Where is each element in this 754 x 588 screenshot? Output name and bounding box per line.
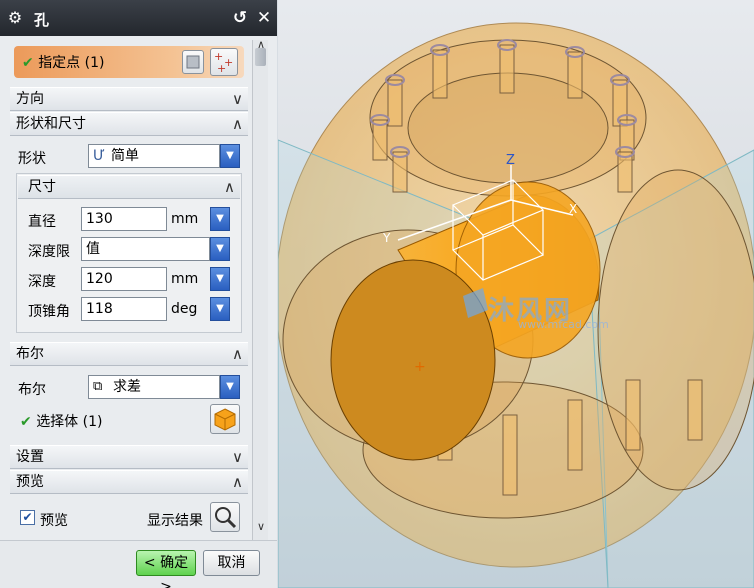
tip-angle-unit: deg (171, 301, 198, 317)
svg-text:+: + (217, 62, 226, 75)
depth-limit-label: 深度限 (28, 244, 70, 260)
shape-dropdown-button[interactable]: ▼ (220, 144, 240, 168)
cancel-button[interactable]: 取消 (203, 550, 260, 576)
check-icon: ✔ (22, 55, 34, 71)
chevron-up-icon: ∧ (232, 473, 243, 491)
preview-checkbox[interactable]: ✔ (20, 510, 35, 525)
show-result-label: 显示结果 (147, 513, 203, 529)
hole-center-marker: + (414, 359, 426, 375)
hole-shape-icon: Ư (93, 148, 106, 164)
point-dialog-icon[interactable] (182, 50, 204, 74)
check-icon: ✔ (20, 414, 32, 430)
dialog-titlebar: ⚙ 孔 ↺ ✕ (0, 0, 277, 36)
tip-angle-unit-dropdown[interactable]: ▼ (210, 297, 230, 321)
boolean-label: 布尔 (18, 382, 46, 398)
diameter-input[interactable]: 130 (81, 207, 167, 231)
depth-input[interactable]: 120 (81, 267, 167, 291)
watermark-url: www.mfcad.com (518, 318, 609, 331)
graphics-viewport[interactable]: Z X Y + 沐风网 www.mfcad.com (278, 0, 754, 588)
tip-angle-input[interactable]: 118 (81, 297, 167, 321)
shape-label: 形状 (18, 151, 46, 167)
select-body-icon[interactable] (210, 404, 240, 434)
depth-unit-dropdown[interactable]: ▼ (210, 267, 230, 291)
hole-cylinder-face (330, 259, 496, 461)
point-constructor-icon[interactable]: + + + (210, 48, 238, 76)
chevron-up-icon: ∧ (232, 115, 243, 133)
shape-select[interactable]: Ư 简单 (88, 144, 220, 168)
axis-x-label: X (569, 202, 577, 216)
depth-label: 深度 (28, 274, 56, 290)
shape-size-section-header[interactable]: 形状和尺寸 ∧ (10, 112, 248, 136)
dialog-title: 孔 (34, 11, 50, 29)
direction-section-header[interactable]: 方向 ∨ (10, 87, 248, 111)
depth-unit: mm (171, 271, 199, 287)
tip-angle-label: 顶锥角 (28, 304, 70, 320)
chevron-up-icon: ∧ (224, 178, 235, 196)
dimensions-section-header[interactable]: 尺寸 ∧ (18, 175, 240, 199)
depth-limit-select[interactable]: 值 (81, 237, 210, 261)
scroll-down-icon[interactable]: ∨ (254, 520, 268, 533)
gear-icon[interactable]: ⚙ (6, 9, 24, 27)
depth-limit-dropdown[interactable]: ▼ (210, 237, 230, 261)
subtract-icon: ⧉ (93, 379, 103, 394)
select-body-row[interactable]: ✔ 选择体 (1) (20, 411, 102, 431)
ok-button[interactable]: < 确定 > (136, 550, 196, 588)
dialog-scrollbar[interactable]: ∧ ∨ (252, 38, 268, 540)
chevron-up-icon: ∧ (232, 345, 243, 363)
show-result-button[interactable] (210, 502, 240, 532)
dialog-footer: < 确定 > 取消 (0, 540, 277, 588)
axis-y-label: Y (382, 231, 391, 245)
chevron-down-icon: ∨ (232, 448, 243, 466)
boolean-section-header[interactable]: 布尔 ∧ (10, 342, 248, 366)
dialog-body: ✔ 指定点 (1) + + + 方向 ∨ 形状和尺寸 ∧ 形状 Ư 简单 ▼ 尺寸 … (0, 36, 277, 540)
preview-section-header[interactable]: 预览 ∧ (10, 470, 248, 494)
preview-label: 预览 (40, 513, 68, 529)
chevron-down-icon: ∨ (232, 90, 243, 108)
diameter-unit: mm (171, 211, 199, 227)
reset-icon[interactable]: ↺ (230, 8, 250, 28)
boolean-dropdown-button[interactable]: ▼ (220, 375, 240, 399)
settings-section-header[interactable]: 设置 ∨ (10, 445, 248, 469)
close-icon[interactable]: ✕ (254, 8, 274, 28)
right-flange (597, 169, 754, 491)
diameter-unit-dropdown[interactable]: ▼ (210, 207, 230, 231)
axis-z-label: Z (506, 153, 515, 168)
specify-point-label: 指定点 (1) (38, 55, 105, 71)
scrollbar-thumb[interactable] (255, 48, 266, 66)
specify-point-row[interactable]: ✔ 指定点 (1) + + + (14, 46, 244, 78)
hole-dialog: ⚙ 孔 ↺ ✕ ✔ 指定点 (1) + + + 方向 ∨ 形状和尺寸 ∧ 形状 Ư … (0, 0, 277, 588)
boolean-select[interactable]: ⧉ 求差 (88, 375, 220, 399)
diameter-label: 直径 (28, 214, 56, 230)
